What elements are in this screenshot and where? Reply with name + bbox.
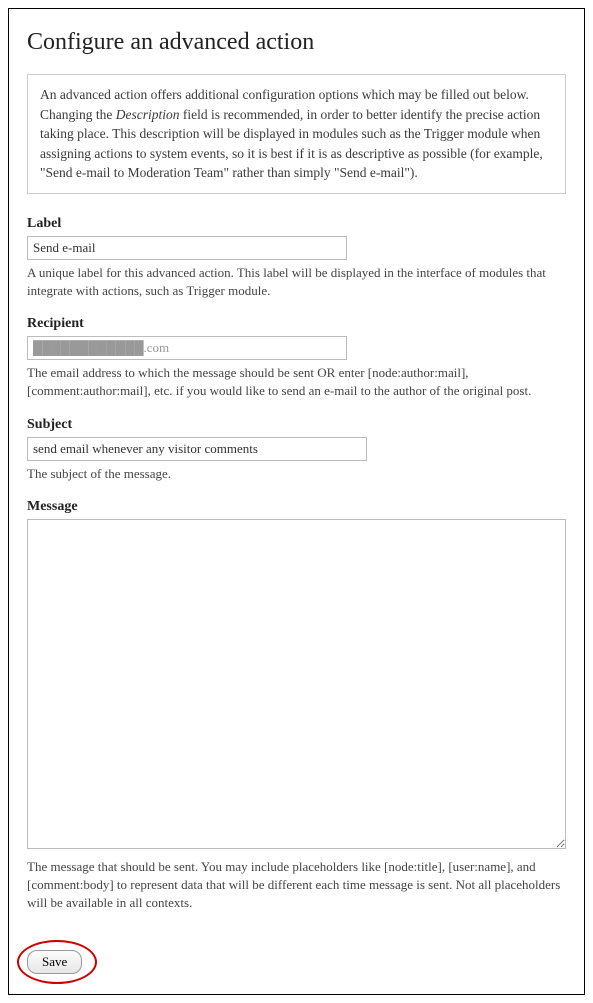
recipient-help: The email address to which the message s… [27,364,566,400]
label-input[interactable] [27,236,347,260]
intro-description: An advanced action offers additional con… [27,74,566,194]
recipient-label: Recipient [27,316,566,332]
subject-label: Subject [27,417,566,433]
field-message: Message The message that should be sent.… [27,499,566,913]
message-help: The message that should be sent. You may… [27,858,566,913]
subject-help: The subject of the message. [27,465,566,483]
config-form-container: Configure an advanced action An advanced… [8,8,585,995]
subject-input[interactable] [27,437,367,461]
recipient-input[interactable] [27,336,347,360]
field-recipient: Recipient The email address to which the… [27,316,566,400]
message-textarea[interactable] [27,519,566,849]
message-label: Message [27,499,566,515]
field-subject: Subject The subject of the message. [27,417,566,483]
label-help: A unique label for this advanced action.… [27,264,566,300]
save-button[interactable]: Save [27,950,82,974]
field-label: Label A unique label for this advanced a… [27,216,566,300]
page-title: Configure an advanced action [27,29,566,56]
save-button-wrap: Save [27,950,82,974]
label-label: Label [27,216,566,232]
